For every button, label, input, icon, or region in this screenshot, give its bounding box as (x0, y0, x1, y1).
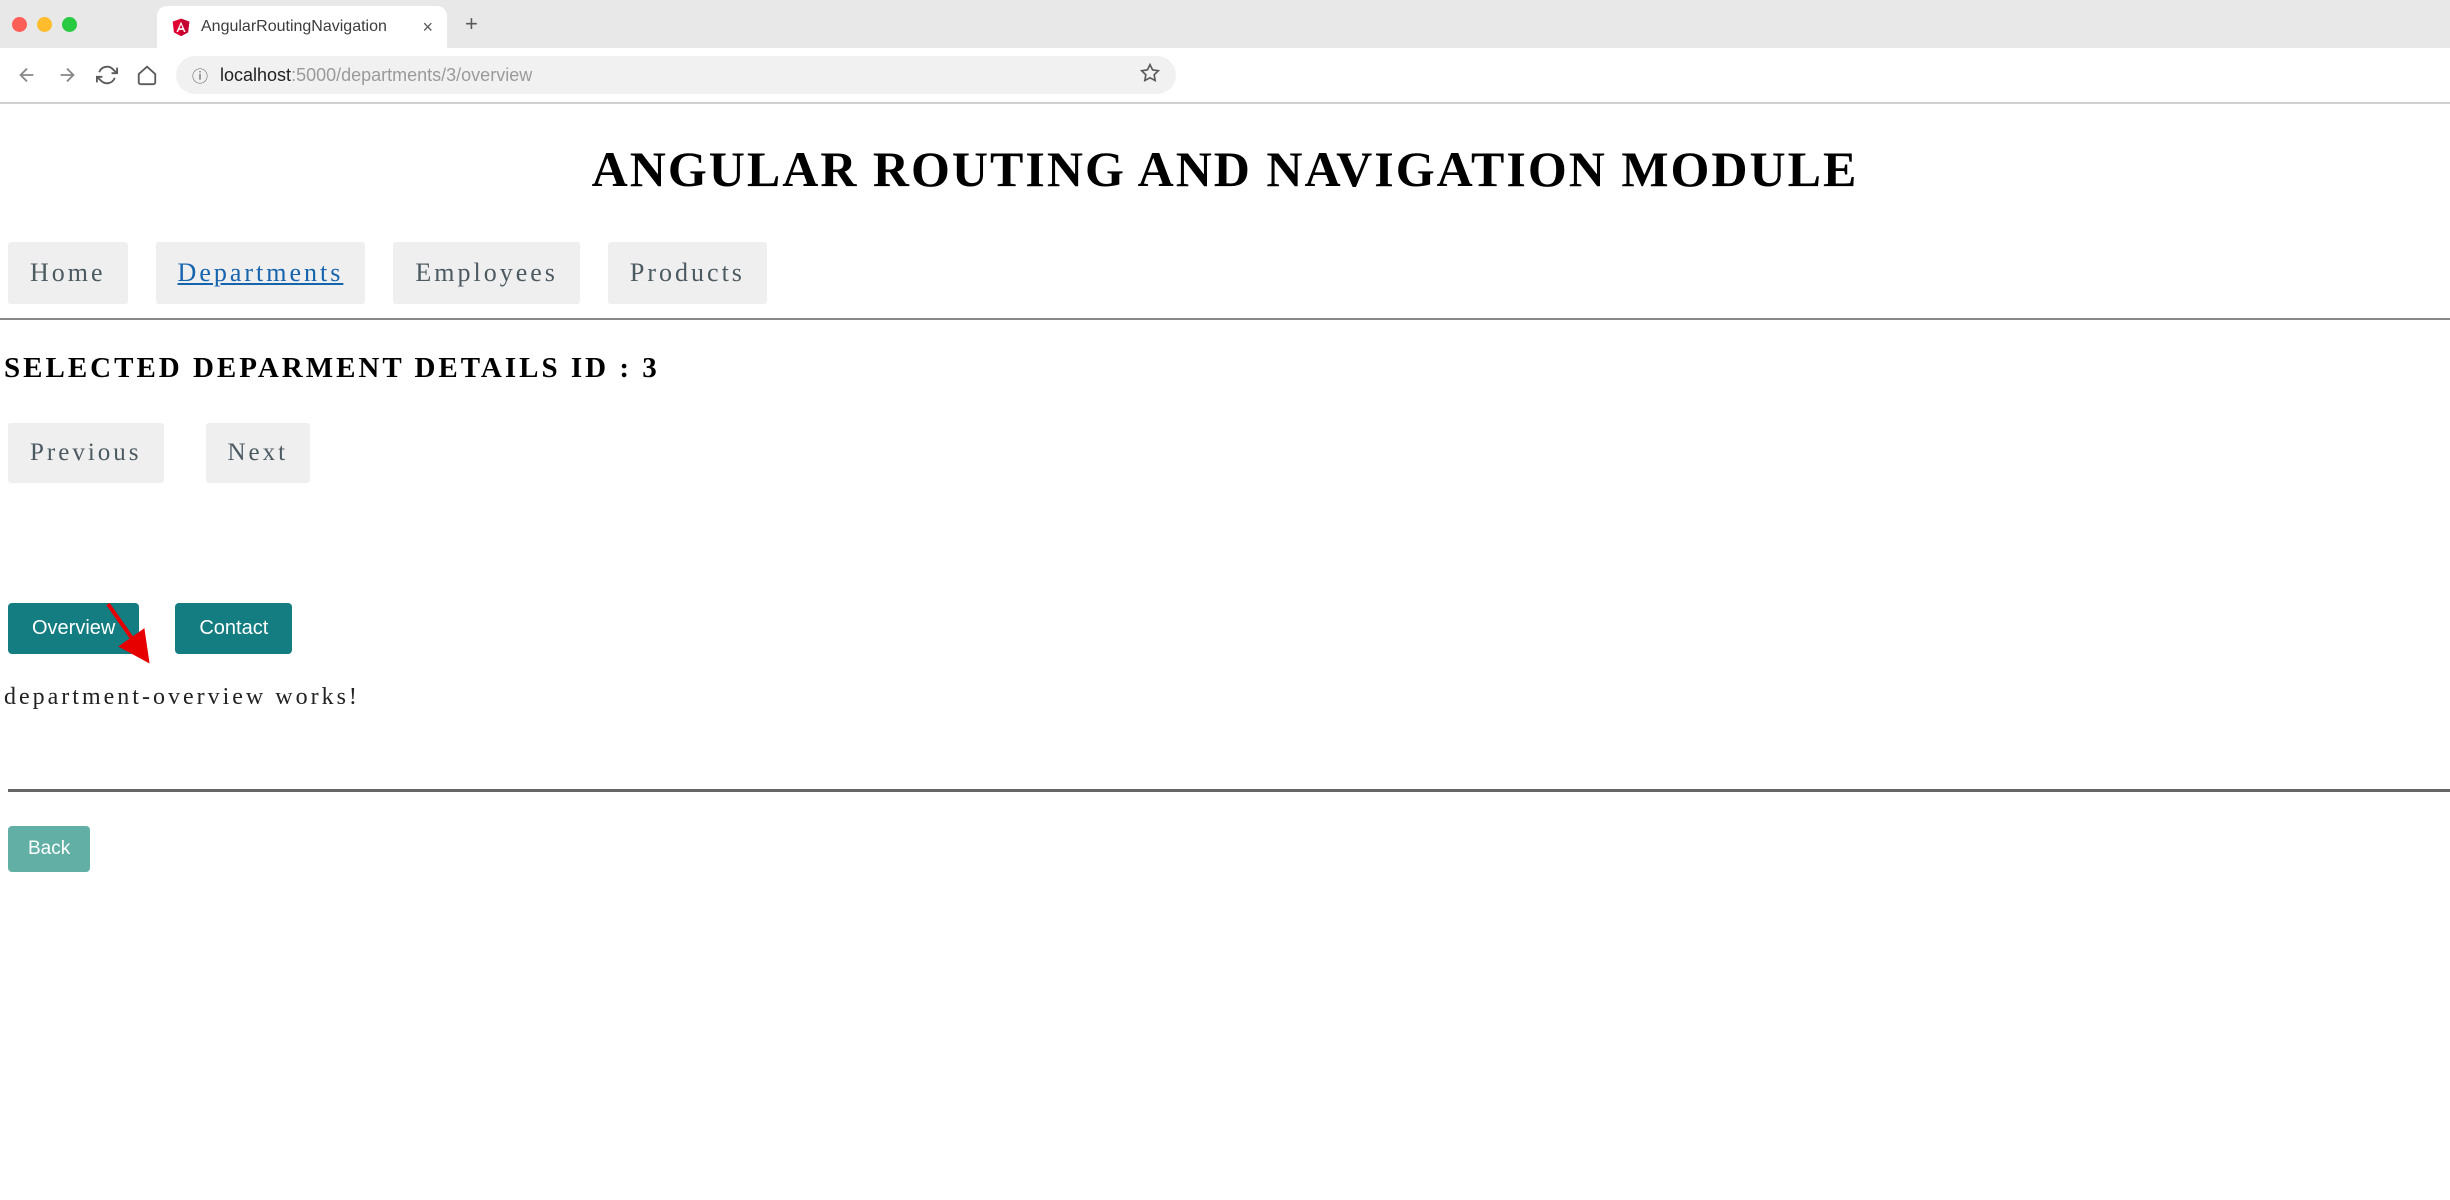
site-info-icon[interactable]: ⓘ (192, 63, 208, 87)
forward-icon[interactable] (56, 64, 78, 86)
bookmark-star-icon[interactable] (1140, 63, 1160, 88)
window-controls (12, 17, 77, 32)
close-tab-icon[interactable]: × (422, 17, 433, 38)
nav-departments[interactable]: Departments (156, 242, 366, 304)
address-bar[interactable]: ⓘ localhost:5000/departments/3/overview (176, 56, 1176, 94)
url-path: :5000/departments/3/overview (291, 65, 532, 85)
main-nav: Home Departments Employees Products (0, 242, 2450, 304)
minimize-window-button[interactable] (37, 17, 52, 32)
heading-id: 3 (642, 352, 660, 384)
sub-tab-row: Overview Contact (0, 603, 2450, 654)
browser-chrome: AngularRoutingNavigation × + ⓘ localhost… (0, 0, 2450, 104)
browser-toolbar: ⓘ localhost:5000/departments/3/overview (0, 48, 2450, 103)
nav-divider (0, 318, 2450, 320)
footer-divider (8, 789, 2450, 792)
new-tab-button[interactable]: + (465, 11, 478, 37)
reload-icon[interactable] (96, 64, 118, 86)
url-host: localhost (220, 65, 291, 85)
home-icon[interactable] (136, 64, 158, 86)
overview-tab-button[interactable]: Overview (8, 603, 139, 654)
page-content: ANGULAR ROUTING AND NAVIGATION MODULE Ho… (0, 140, 2450, 912)
next-button[interactable]: Next (206, 423, 311, 483)
router-outlet-text: department-overview works! (0, 684, 2450, 711)
tab-bar: AngularRoutingNavigation × + (0, 0, 2450, 48)
nav-home[interactable]: Home (8, 242, 128, 304)
section-heading: SELECTED DEPARMENT DETAILS ID : 3 (0, 352, 2450, 385)
pagination-row: Previous Next (0, 423, 2450, 483)
maximize-window-button[interactable] (62, 17, 77, 32)
previous-button[interactable]: Previous (8, 423, 164, 483)
browser-tab[interactable]: AngularRoutingNavigation × (157, 6, 447, 48)
heading-prefix: SELECTED DEPARMENT DETAILS ID : (4, 352, 642, 384)
back-icon[interactable] (16, 64, 38, 86)
back-button[interactable]: Back (8, 826, 90, 872)
url-display: localhost:5000/departments/3/overview (220, 65, 532, 86)
page-title: ANGULAR ROUTING AND NAVIGATION MODULE (0, 140, 2450, 198)
tab-title: AngularRoutingNavigation (201, 18, 412, 36)
nav-employees[interactable]: Employees (393, 242, 580, 304)
close-window-button[interactable] (12, 17, 27, 32)
nav-products[interactable]: Products (608, 242, 767, 304)
contact-tab-button[interactable]: Contact (175, 603, 292, 654)
angular-favicon (171, 17, 191, 37)
